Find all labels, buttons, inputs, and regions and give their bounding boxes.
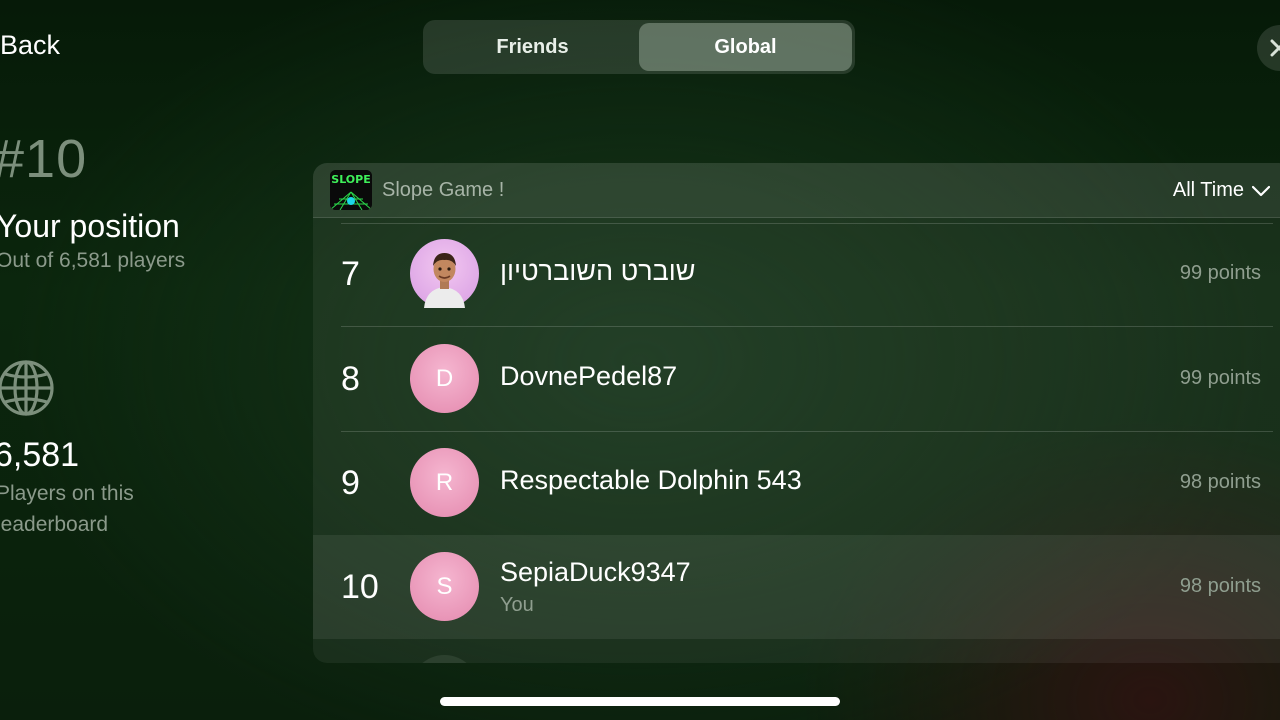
row-you-label: You	[500, 594, 534, 616]
player-count: 6,581	[0, 436, 80, 474]
slope-logo-icon: SLOPE	[330, 170, 372, 210]
row-points: 99 points	[1179, 367, 1261, 389]
row-points: 98 points	[1179, 471, 1261, 493]
next-row-avatar	[410, 655, 479, 663]
leaderboard-row[interactable]: 7 שוברט השוברטיון 99 points	[313, 222, 1280, 326]
leaderboard-row[interactable]: 9 R Respectable Dolphin 543 98 points	[313, 431, 1280, 535]
tab-global[interactable]: Global	[639, 23, 852, 71]
game-icon: SLOPE	[330, 170, 372, 210]
leaderboard-row[interactable]: 8 D DovnePedel87 99 points	[313, 327, 1280, 431]
close-icon	[1270, 39, 1280, 57]
row-player-name: SepiaDuck9347	[500, 557, 691, 587]
leaderboard-scope-segmented-control: Friends Global	[423, 20, 855, 74]
leaderboard-panel: SLOPE Slope Game ! All Time 7 שוברט השוב…	[313, 163, 1280, 663]
row-rank: 8	[341, 360, 360, 398]
row-player-name: Respectable Dolphin 543	[500, 465, 802, 495]
row-points: 98 points	[1179, 575, 1261, 597]
tab-friends[interactable]: Friends	[426, 23, 639, 71]
avatar-initial: D	[410, 344, 479, 413]
position-subtitle: Out of 6,581 players	[0, 249, 186, 272]
avatar-memoji	[410, 239, 479, 308]
leaderboard-header: SLOPE Slope Game ! All Time	[313, 163, 1280, 218]
avatar-initial: R	[410, 448, 479, 517]
row-rank: 7	[341, 255, 360, 293]
row-points: 99 points	[1179, 262, 1261, 284]
row-player-name: DovnePedel87	[500, 361, 678, 391]
leaderboard-row-current-user[interactable]: 10 S SepiaDuck9347 You 98 points	[313, 535, 1280, 639]
row-rank: 9	[341, 464, 360, 502]
chevron-down-icon	[1252, 185, 1270, 196]
memoji-avatar-icon	[424, 253, 465, 308]
game-name: Slope Game !	[382, 178, 505, 201]
player-count-label: Players on this leaderboard	[0, 482, 134, 536]
home-indicator[interactable]	[440, 697, 840, 706]
close-button[interactable]	[1257, 25, 1280, 71]
row-player-name: שוברט השוברטיון	[500, 256, 696, 286]
avatar-initial: S	[410, 552, 479, 621]
timeframe-label: All Time	[1172, 179, 1244, 201]
your-rank: #10	[0, 129, 88, 189]
position-title: Your position	[0, 208, 180, 244]
globe-icon	[0, 360, 54, 416]
row-rank: 10	[341, 568, 379, 606]
back-button[interactable]: Back	[0, 30, 60, 61]
game-icon-text: SLOPE	[331, 173, 370, 186]
timeframe-dropdown[interactable]: All Time	[1173, 179, 1270, 202]
